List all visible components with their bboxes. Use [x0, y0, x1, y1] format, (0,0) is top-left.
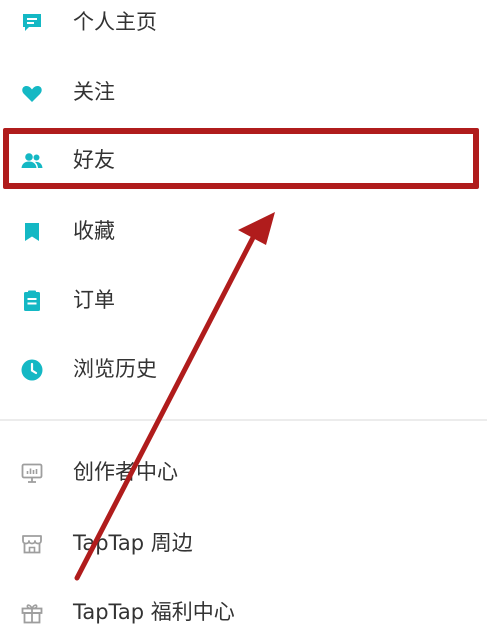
menu-item-follow[interactable]: 关注 [0, 64, 487, 120]
menu-item-history[interactable]: 浏览历史 [0, 341, 487, 397]
menu-item-label: 个人主页 [73, 10, 157, 34]
profile-page-icon [23, 14, 41, 31]
menu-item-profile[interactable]: 个人主页 [0, 0, 487, 50]
menu-item-label: 好友 [73, 148, 115, 172]
side-menu: 个人主页 关注 好友 收藏 订单 浏览历史 创作者中心 TapTap 周边 Ta… [0, 0, 487, 644]
creator-monitor-icon [21, 463, 43, 483]
menu-item-label: 订单 [73, 288, 115, 312]
menu-item-taptap-welfare[interactable]: TapTap 福利中心 [0, 584, 487, 640]
heart-icon [22, 86, 42, 102]
menu-item-label: 收藏 [73, 219, 115, 243]
menu-item-label: 关注 [73, 80, 115, 104]
order-icon [24, 290, 40, 311]
menu-item-friends[interactable]: 好友 [0, 132, 487, 188]
menu-item-taptap-merch[interactable]: TapTap 周边 [0, 515, 487, 571]
gift-icon [21, 604, 43, 624]
bookmark-icon [25, 223, 39, 241]
menu-item-creator-center[interactable]: 创作者中心 [0, 444, 487, 500]
menu-divider [0, 419, 487, 421]
menu-item-orders[interactable]: 订单 [0, 272, 487, 328]
menu-item-label: TapTap 福利中心 [73, 600, 235, 624]
menu-item-favorites[interactable]: 收藏 [0, 203, 487, 259]
clock-icon [21, 359, 43, 381]
menu-item-label: 创作者中心 [73, 460, 178, 484]
menu-item-label: TapTap 周边 [73, 531, 193, 555]
store-icon [22, 535, 42, 554]
friends-icon [21, 153, 43, 168]
menu-item-label: 浏览历史 [73, 357, 157, 381]
